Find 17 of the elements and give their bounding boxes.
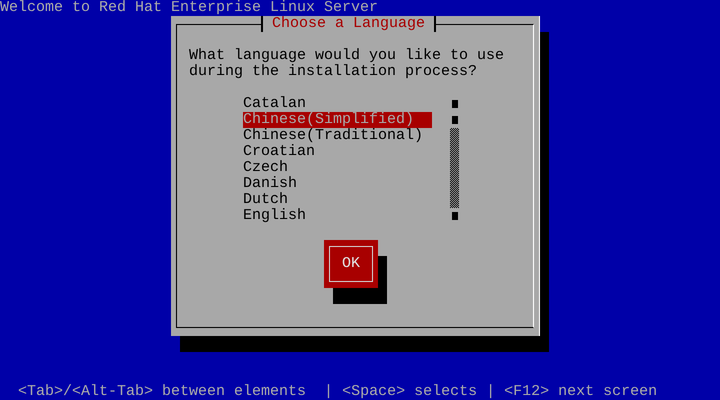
dialog-title: Choose a Language: [261, 16, 436, 32]
language-item[interactable]: Croatian: [243, 144, 432, 160]
screen-title: Welcome to Red Hat Enterprise Linux Server: [0, 0, 378, 16]
ok-button[interactable]: OK: [324, 240, 378, 288]
help-text: <Tab>/<Alt-Tab> between elements: [18, 384, 306, 400]
prompt-text: What language would you like to use: [189, 48, 506, 64]
language-item[interactable]: Catalan: [243, 96, 432, 112]
separator-text: |: [486, 384, 496, 400]
help-text: <Space> selects: [342, 384, 478, 400]
language-item[interactable]: Chinese(Traditional): [243, 128, 432, 144]
prompt-text: during the installation process?: [189, 64, 478, 80]
help-text: <F12> next screen: [504, 384, 658, 400]
language-item[interactable]: Dutch: [243, 192, 432, 208]
language-item[interactable]: English: [243, 208, 432, 224]
language-item[interactable]: Czech: [243, 160, 432, 176]
language-item[interactable]: Danish: [243, 176, 432, 192]
separator-text: |: [324, 384, 334, 400]
